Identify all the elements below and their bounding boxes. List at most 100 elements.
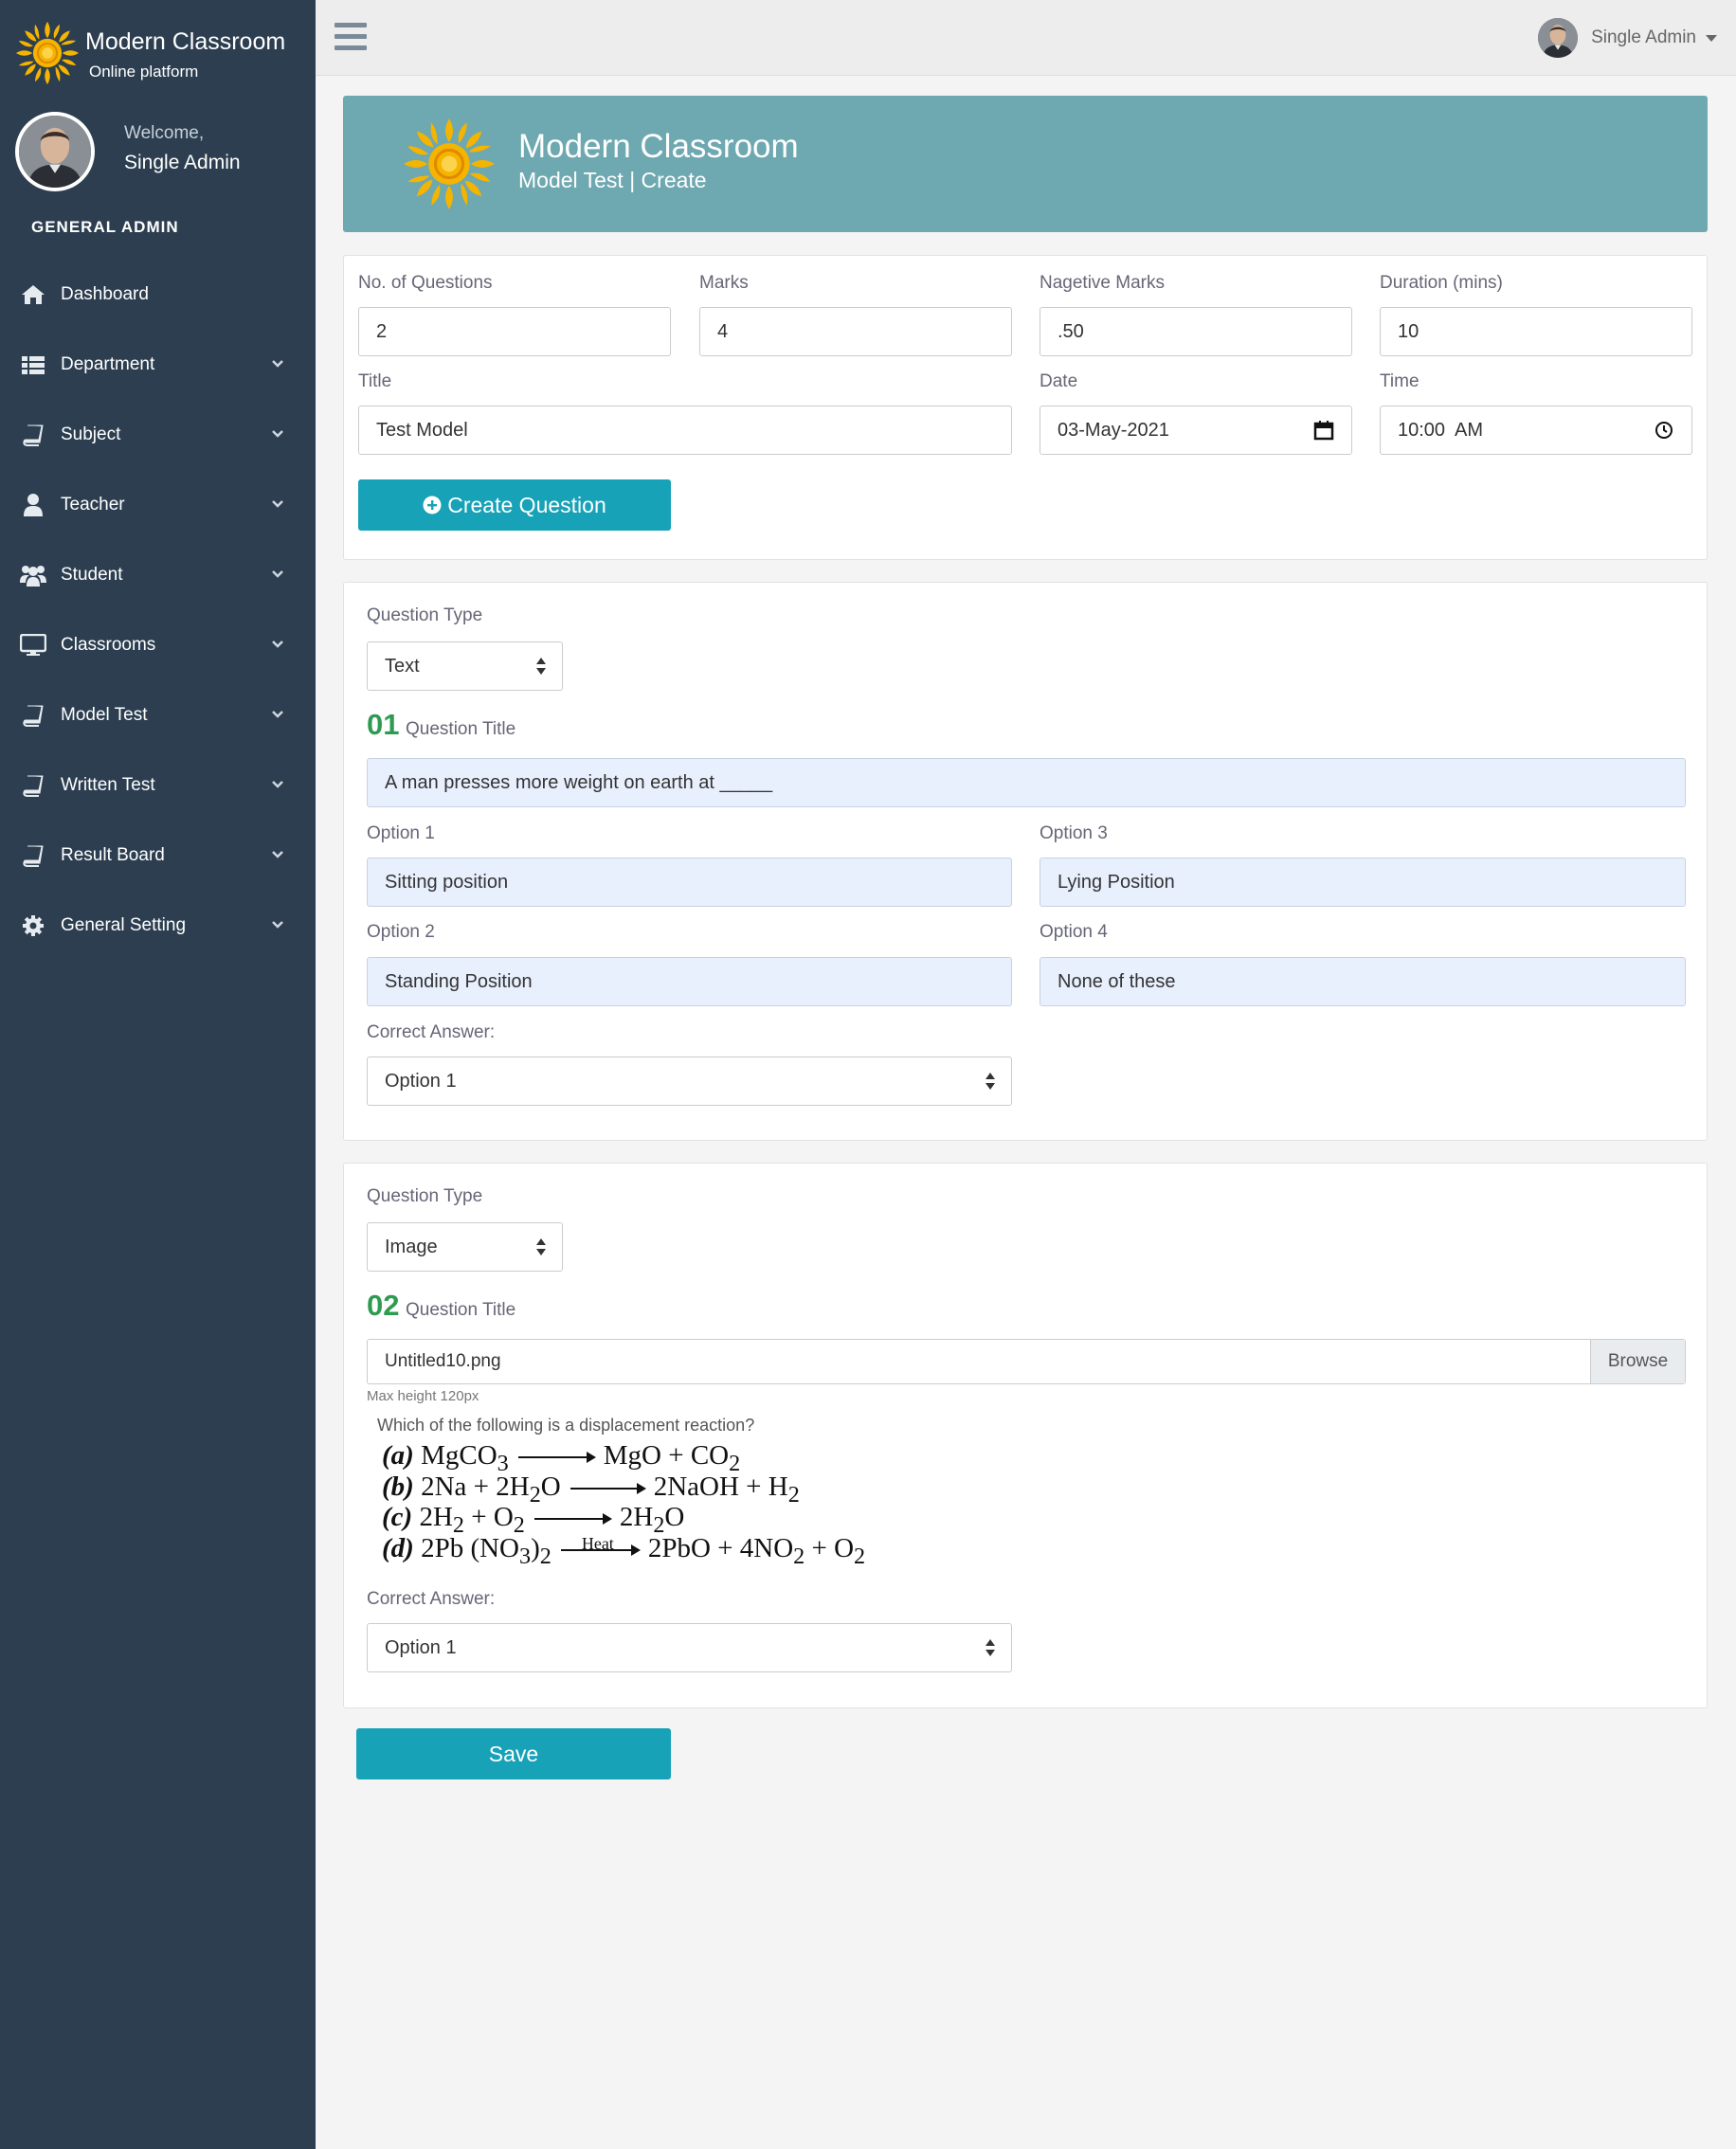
sidebar: Modern Classroom Online platform Welcome… (0, 0, 316, 2149)
duration-input[interactable]: 10 (1380, 307, 1692, 356)
browse-button[interactable]: Browse (1590, 1340, 1685, 1383)
sidebar-item-label: Teacher (61, 495, 125, 515)
table-icon (19, 352, 47, 377)
marks-input[interactable]: 4 (699, 307, 1012, 356)
option-2-label: Option 2 (367, 922, 435, 942)
breadcrumb: Model Test | Create (518, 168, 707, 192)
correct-answer-label: Correct Answer: (367, 1589, 496, 1609)
brand-name: Modern Classroom (85, 28, 286, 55)
negative-marks-input[interactable]: .50 (1040, 307, 1352, 356)
date-input[interactable]: 03-May-2021 (1040, 406, 1352, 455)
chevron-down-icon[interactable] (270, 637, 285, 652)
time-label: Time (1380, 371, 1420, 391)
preview-caption: Which of the following is a displacement… (377, 1416, 755, 1435)
sidebar-item-classrooms[interactable]: Classrooms (0, 610, 316, 680)
chevron-down-icon[interactable] (270, 426, 285, 442)
chevron-down-icon[interactable] (270, 847, 285, 862)
title-input[interactable]: Test Model (358, 406, 1012, 455)
sidebar-item-label: Classrooms (61, 635, 156, 655)
max-height-hint: Max height 120px (367, 1388, 479, 1404)
sidebar-item-label: General Setting (61, 915, 187, 935)
correct-answer-label: Correct Answer: (367, 1022, 496, 1042)
option-1-input[interactable]: Sitting position (367, 858, 1012, 907)
correct-answer-select[interactable]: Option 1 (367, 1056, 1012, 1106)
sidebar-item-label: Subject (61, 424, 121, 444)
calendar-icon[interactable] (1313, 420, 1334, 441)
question-number: 02 (367, 1289, 400, 1322)
question-type-value: Text (385, 655, 420, 677)
num-questions-label: No. of Questions (358, 273, 493, 293)
avatar[interactable] (15, 112, 95, 191)
question-type-select[interactable]: Text (367, 641, 563, 691)
option-4-input[interactable]: None of these (1040, 957, 1686, 1006)
file-input[interactable]: Untitled10.png Browse (367, 1339, 1686, 1384)
chevron-down-icon[interactable] (270, 917, 285, 932)
sidebar-item-student[interactable]: Student (0, 540, 316, 610)
correct-answer-value: Option 1 (385, 1070, 457, 1092)
chevron-down-icon[interactable] (270, 567, 285, 582)
test-setup-card: No. of Questions 2 Marks 4 Nagetive Mark… (343, 255, 1708, 560)
sidebar-menu: Dashboard Department Subject Teacher Stu… (0, 260, 316, 961)
chevron-down-icon[interactable] (270, 497, 285, 512)
option-4-label: Option 4 (1040, 922, 1108, 942)
date-value: 03-May-2021 (1058, 419, 1169, 441)
sun-logo-icon (13, 19, 81, 87)
question-title-input[interactable]: A man presses more weight on earth at __… (367, 758, 1686, 807)
sidebar-section-title: GENERAL ADMIN (31, 218, 179, 236)
question-type-value: Image (385, 1236, 438, 1257)
num-questions-input[interactable]: 2 (358, 307, 671, 356)
correct-answer-select[interactable]: Option 1 (367, 1623, 1012, 1672)
sidebar-item-label: Student (61, 565, 123, 585)
sidebar-item-teacher[interactable]: Teacher (0, 470, 316, 540)
sidebar-item-label: Result Board (61, 845, 165, 865)
sidebar-item-result-board[interactable]: Result Board (0, 821, 316, 891)
option-2-input[interactable]: Standing Position (367, 957, 1012, 1006)
hamburger-menu-icon[interactable] (335, 23, 367, 51)
brand-tagline: Online platform (89, 63, 199, 81)
plus-circle-icon (423, 496, 442, 515)
select-arrows-icon (535, 1237, 547, 1257)
option-3-input[interactable]: Lying Position (1040, 858, 1686, 907)
chevron-down-icon[interactable] (270, 707, 285, 722)
time-input[interactable]: 10:00 AM (1380, 406, 1692, 455)
correct-answer-value: Option 1 (385, 1636, 457, 1658)
user-photo-icon (1538, 18, 1578, 58)
file-name: Untitled10.png (385, 1351, 501, 1371)
sidebar-item-subject[interactable]: Subject (0, 400, 316, 470)
date-label: Date (1040, 371, 1078, 391)
sidebar-item-general-setting[interactable]: General Setting (0, 891, 316, 961)
desktop-icon (19, 633, 47, 658)
sidebar-item-department[interactable]: Department (0, 330, 316, 400)
user-menu-name: Single Admin (1591, 27, 1696, 47)
profile-name: Single Admin (124, 152, 241, 173)
question-title-label: Question Title (406, 719, 516, 739)
reaction-d: (d) 2Pb (NO3)2 Heat 2PbO + 4NO2 + O2 (382, 1533, 866, 1569)
question-type-select[interactable]: Image (367, 1222, 563, 1272)
brand[interactable]: Modern Classroom Online platform (13, 19, 307, 95)
question-card-2: Question Type Image 02 Question Title Un… (343, 1163, 1708, 1708)
book-icon (19, 703, 47, 728)
create-question-button[interactable]: Create Question (358, 479, 671, 531)
sidebar-item-label: Department (61, 354, 155, 374)
sidebar-item-label: Dashboard (61, 284, 149, 304)
save-button[interactable]: Save (356, 1728, 671, 1779)
chevron-down-icon[interactable] (270, 356, 285, 371)
user-menu[interactable]: Single Admin (1538, 17, 1717, 59)
sidebar-item-label: Model Test (61, 705, 148, 725)
sidebar-item-dashboard[interactable]: Dashboard (0, 260, 316, 330)
book-icon (19, 773, 47, 798)
caret-down-icon (1706, 34, 1717, 42)
select-arrows-icon (535, 656, 547, 677)
sidebar-item-label: Written Test (61, 775, 155, 795)
chevron-down-icon[interactable] (270, 777, 285, 792)
negative-marks-label: Nagetive Marks (1040, 273, 1165, 293)
create-question-label: Create Question (447, 492, 606, 517)
question-number: 01 (367, 708, 400, 741)
sun-logo-icon (400, 115, 498, 213)
user-icon (19, 493, 47, 517)
clock-icon[interactable] (1654, 420, 1674, 441)
profile-block: Welcome, Single Admin (15, 112, 299, 197)
question-card-1: Question Type Text 01 Question Title A m… (343, 582, 1708, 1141)
sidebar-item-model-test[interactable]: Model Test (0, 680, 316, 750)
sidebar-item-written-test[interactable]: Written Test (0, 750, 316, 821)
